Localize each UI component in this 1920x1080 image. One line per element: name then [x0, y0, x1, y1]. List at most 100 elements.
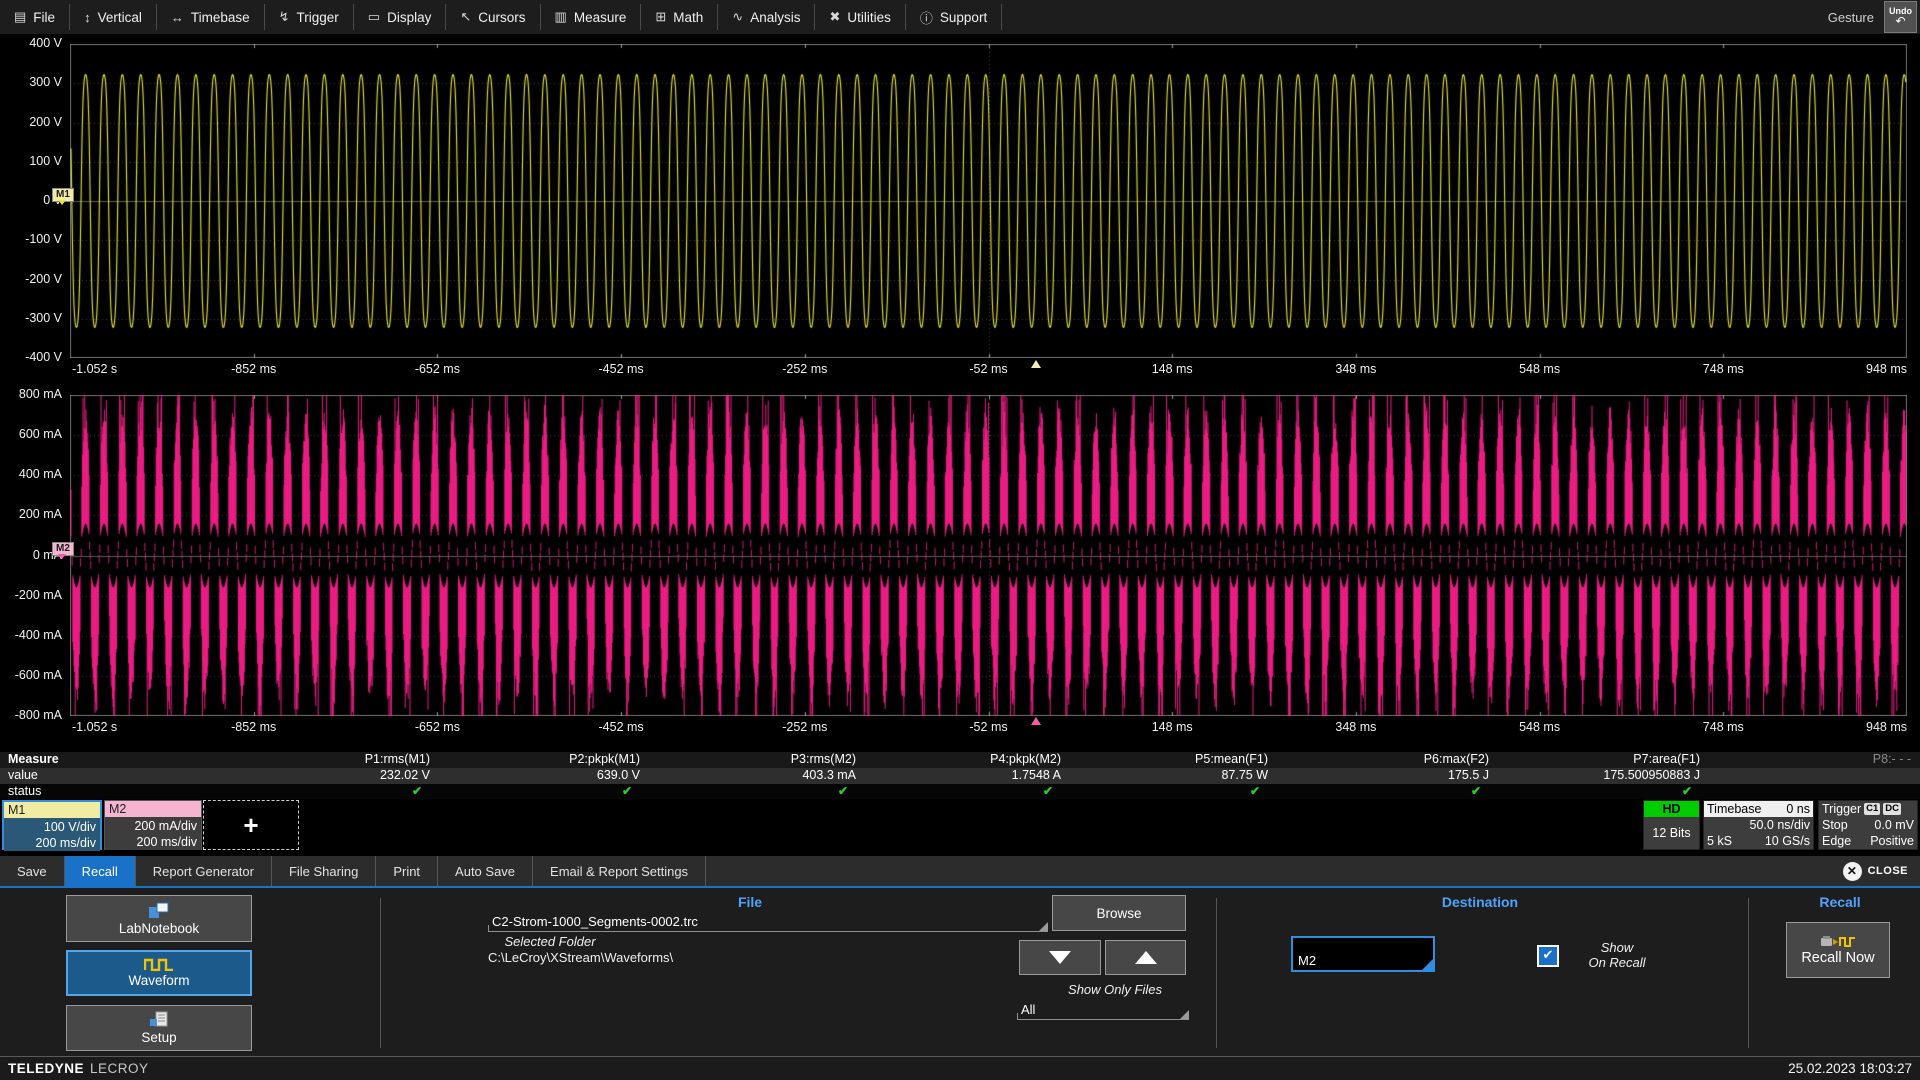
- voltage-waveform-canvas[interactable]: [70, 44, 1907, 358]
- menu-item-analysis[interactable]: ∿Analysis: [718, 4, 815, 30]
- trigger-coupling-badge: DC: [1883, 803, 1901, 815]
- timebase-per-div: 50.0 ns/div: [1704, 817, 1813, 833]
- x-tick-label: -1.052 s: [72, 362, 117, 376]
- measure-param-label: P6:max(F2): [1309, 752, 1489, 766]
- x-tick-label: 948 ms: [1866, 362, 1907, 376]
- measure-status-check-icon: ✔: [1301, 784, 1481, 798]
- undo-button[interactable]: Undo ↶: [1884, 1, 1917, 33]
- timebase-icon: ↔: [171, 10, 184, 25]
- y-tick-label: -600 mA: [0, 668, 62, 684]
- waveform-button[interactable]: Waveform: [66, 950, 252, 996]
- menu-item-label: Display: [387, 10, 431, 25]
- y-tick-label: -800 mA: [0, 708, 62, 724]
- tab-auto-save[interactable]: Auto Save: [438, 856, 533, 886]
- descriptor-m1-timebase: 200 ms/div: [4, 835, 96, 851]
- file-icon: ▤: [14, 9, 26, 25]
- menu-item-support[interactable]: ⓘ Support: [906, 4, 1002, 30]
- y-tick-label: -300 V: [0, 311, 62, 327]
- measure-param-label: P8:- - -: [1731, 752, 1911, 766]
- x-tick-label: -852 ms: [231, 720, 276, 734]
- x-tick-label: 948 ms: [1866, 720, 1907, 734]
- brand-teledyne: TELEDYNE: [8, 1061, 84, 1076]
- menu-items: ▤ File ↕Vertical ↔ Timebase ↯Trigger ▭ Display ↖…: [0, 0, 1002, 34]
- trigger-time-marker-current[interactable]: [1031, 717, 1041, 725]
- display-icon: ▭: [368, 9, 380, 25]
- hd-mode-box[interactable]: HD 12 Bits: [1643, 800, 1700, 850]
- menu-item-display[interactable]: ▭ Display: [354, 4, 447, 30]
- y-tick-label: -100 V: [0, 232, 62, 248]
- labnotebook-button[interactable]: LabNotebook: [66, 895, 252, 942]
- close-icon: ✕: [1843, 862, 1862, 881]
- section-divider: [1216, 898, 1217, 1048]
- trigger-level: 0.0 mV: [1874, 817, 1914, 833]
- descriptor-m2[interactable]: M2 200 mA/div 200 ms/div: [104, 800, 202, 850]
- menu-item-label: Timebase: [191, 10, 250, 25]
- voltage-plot[interactable]: [70, 44, 1907, 358]
- file-up-button[interactable]: [1105, 940, 1186, 975]
- analysis-icon: ∿: [732, 9, 743, 25]
- measure-param-label: P5:mean(F1): [1088, 752, 1268, 766]
- math-icon: ⊞: [655, 9, 666, 25]
- menu-item-cursors[interactable]: ↖Cursors: [446, 4, 540, 30]
- measure-param-value: 639.0 V: [460, 768, 640, 782]
- tab-file-sharing[interactable]: File Sharing: [272, 856, 376, 886]
- destination-input[interactable]: M2: [1291, 936, 1435, 972]
- descriptor-m1-scale: 100 V/div: [4, 819, 96, 835]
- plus-icon: +: [243, 810, 258, 841]
- x-tick-label: 748 ms: [1703, 362, 1744, 376]
- measure-title: Measure: [8, 752, 59, 766]
- waveform-icon: [144, 958, 174, 971]
- measure-param-value: 87.75 W: [1088, 768, 1268, 782]
- current-waveform-canvas[interactable]: [70, 395, 1907, 716]
- dialog-tabs: SaveRecallReport GeneratorFile SharingPr…: [0, 856, 706, 886]
- current-plot[interactable]: [70, 395, 1907, 716]
- filename-input[interactable]: C2-Strom-1000_Segments-0002.trc: [488, 904, 1048, 932]
- y-tick-label: -400 mA: [0, 628, 62, 644]
- measure-status-check-icon: ✔: [668, 784, 848, 798]
- footer: TELEDYNE LECROY 25.02.2023 18:03:27: [0, 1056, 1920, 1080]
- tab-save[interactable]: Save: [0, 856, 65, 886]
- close-button[interactable]: ✕ CLOSE: [1843, 856, 1920, 886]
- menu-item-file[interactable]: ▤ File: [0, 4, 70, 30]
- x-tick-label: -52 ms: [969, 362, 1007, 376]
- recall-now-button[interactable]: Recall Now: [1786, 922, 1890, 978]
- tab-print[interactable]: Print: [376, 856, 438, 886]
- trigger-box[interactable]: Trigger C1 DC Stop 0.0 mV Edge Positive: [1818, 800, 1918, 850]
- descriptor-m1[interactable]: M1 100 V/div 200 ms/div: [2, 800, 102, 850]
- x-tick-label: 548 ms: [1519, 362, 1560, 376]
- show-only-files-label: Show Only Files: [1040, 982, 1190, 997]
- trigger-mode: Stop: [1822, 817, 1848, 833]
- file-filter-dropdown[interactable]: All: [1017, 996, 1189, 1020]
- tab-email-report-settings[interactable]: Email & Report Settings: [533, 856, 706, 886]
- setup-button[interactable]: Setup: [66, 1005, 252, 1051]
- trigger-slope: Positive: [1870, 833, 1914, 849]
- tab-recall[interactable]: Recall: [65, 856, 136, 886]
- menu-item-label: Trigger: [297, 10, 339, 25]
- tab-report-generator[interactable]: Report Generator: [136, 856, 272, 886]
- trigger-time-marker-voltage[interactable]: [1031, 360, 1041, 368]
- menu-item-label: Support: [940, 10, 987, 25]
- menu-item-trigger[interactable]: ↯Trigger: [265, 4, 354, 30]
- menu-item-timebase[interactable]: ↔ Timebase: [157, 4, 265, 30]
- y-tick-label: 300 V: [0, 75, 62, 91]
- menu-item-label: Utilities: [847, 10, 891, 25]
- menu-item-label: Math: [673, 10, 703, 25]
- timebase-box[interactable]: Timebase 0 ns 50.0 ns/div 5 kS 10 GS/s: [1703, 800, 1814, 850]
- file-down-button[interactable]: [1019, 940, 1101, 975]
- selected-folder-label: Selected Folder: [450, 934, 650, 949]
- measure-param-label: P3:rms(M2): [676, 752, 856, 766]
- waveform-label: Waveform: [128, 973, 189, 988]
- measure-param-value: 1.7548 A: [881, 768, 1061, 782]
- browse-button[interactable]: Browse: [1052, 895, 1186, 931]
- show-on-recall-checkbox[interactable]: ✔: [1537, 945, 1559, 967]
- add-trace-button[interactable]: +: [203, 800, 299, 850]
- menu-item-label: File: [33, 10, 55, 25]
- support-icon: ⓘ: [920, 8, 933, 27]
- measure-param-value: 232.02 V: [250, 768, 430, 782]
- menu-item-measure[interactable]: ▥Measure: [541, 4, 642, 30]
- menu-item-math[interactable]: ⊞ Math: [641, 4, 718, 30]
- y-tick-label: -200 mA: [0, 588, 62, 604]
- menu-item-utilities[interactable]: ✖Utilities: [815, 4, 905, 30]
- menu-item-vertical[interactable]: ↕Vertical: [70, 4, 157, 30]
- measure-status-check-icon: ✔: [452, 784, 632, 798]
